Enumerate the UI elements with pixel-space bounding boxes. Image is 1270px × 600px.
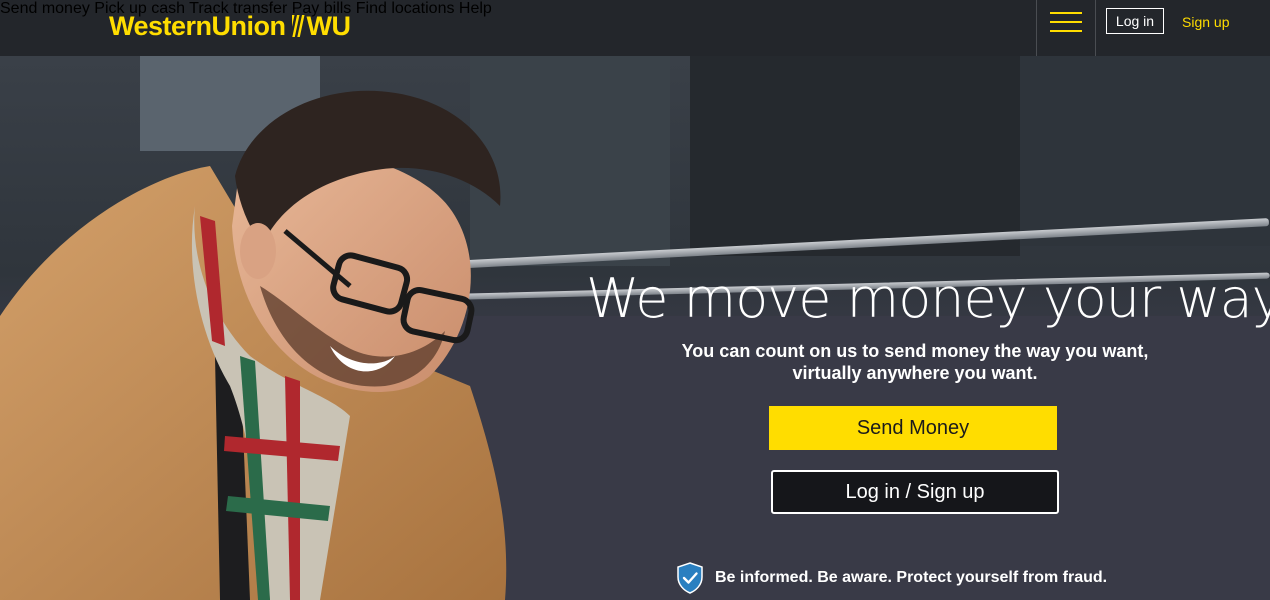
header-divider <box>1036 0 1037 56</box>
logo-text: WesternUnion <box>109 10 286 41</box>
nav-help[interactable]: Help <box>459 0 492 17</box>
shield-check-icon <box>677 562 703 594</box>
site-header: WesternUnion WU Send money Pick up cash … <box>0 0 1270 56</box>
fraud-notice-text: Be informed. Be aware. Protect yourself … <box>715 569 1108 586</box>
hero-section: We move money your way You can count on … <box>0 56 1270 600</box>
fraud-notice[interactable]: Be informed. Be aware. Protect yourself … <box>676 562 1107 594</box>
background-window <box>1020 56 1270 246</box>
header-signup-link[interactable]: Sign up <box>1182 14 1229 30</box>
logo-stripes-icon <box>291 15 306 37</box>
header-login-button[interactable]: Log in <box>1106 8 1164 34</box>
western-union-logo[interactable]: WesternUnion WU <box>109 9 351 43</box>
smiling-man-photo <box>0 90 507 600</box>
send-money-button[interactable]: Send Money <box>769 406 1057 450</box>
hamburger-menu-icon[interactable] <box>1050 10 1082 34</box>
logo-wu: WU <box>306 10 351 41</box>
hero-subtext-line2: virtually anywhere you want. <box>792 363 1038 383</box>
nav-find-locations[interactable]: Find locations <box>356 0 455 17</box>
background-building <box>690 56 1020 256</box>
hero-subtext: You can count on us to send money the wa… <box>655 340 1175 384</box>
nav-send-money[interactable]: Send money <box>0 0 90 17</box>
header-divider <box>1095 0 1096 56</box>
hero-headline: We move money your way <box>586 267 1270 330</box>
login-signup-button[interactable]: Log in / Sign up <box>771 470 1059 514</box>
hero-subtext-line1: You can count on us to send money the wa… <box>681 341 1149 361</box>
